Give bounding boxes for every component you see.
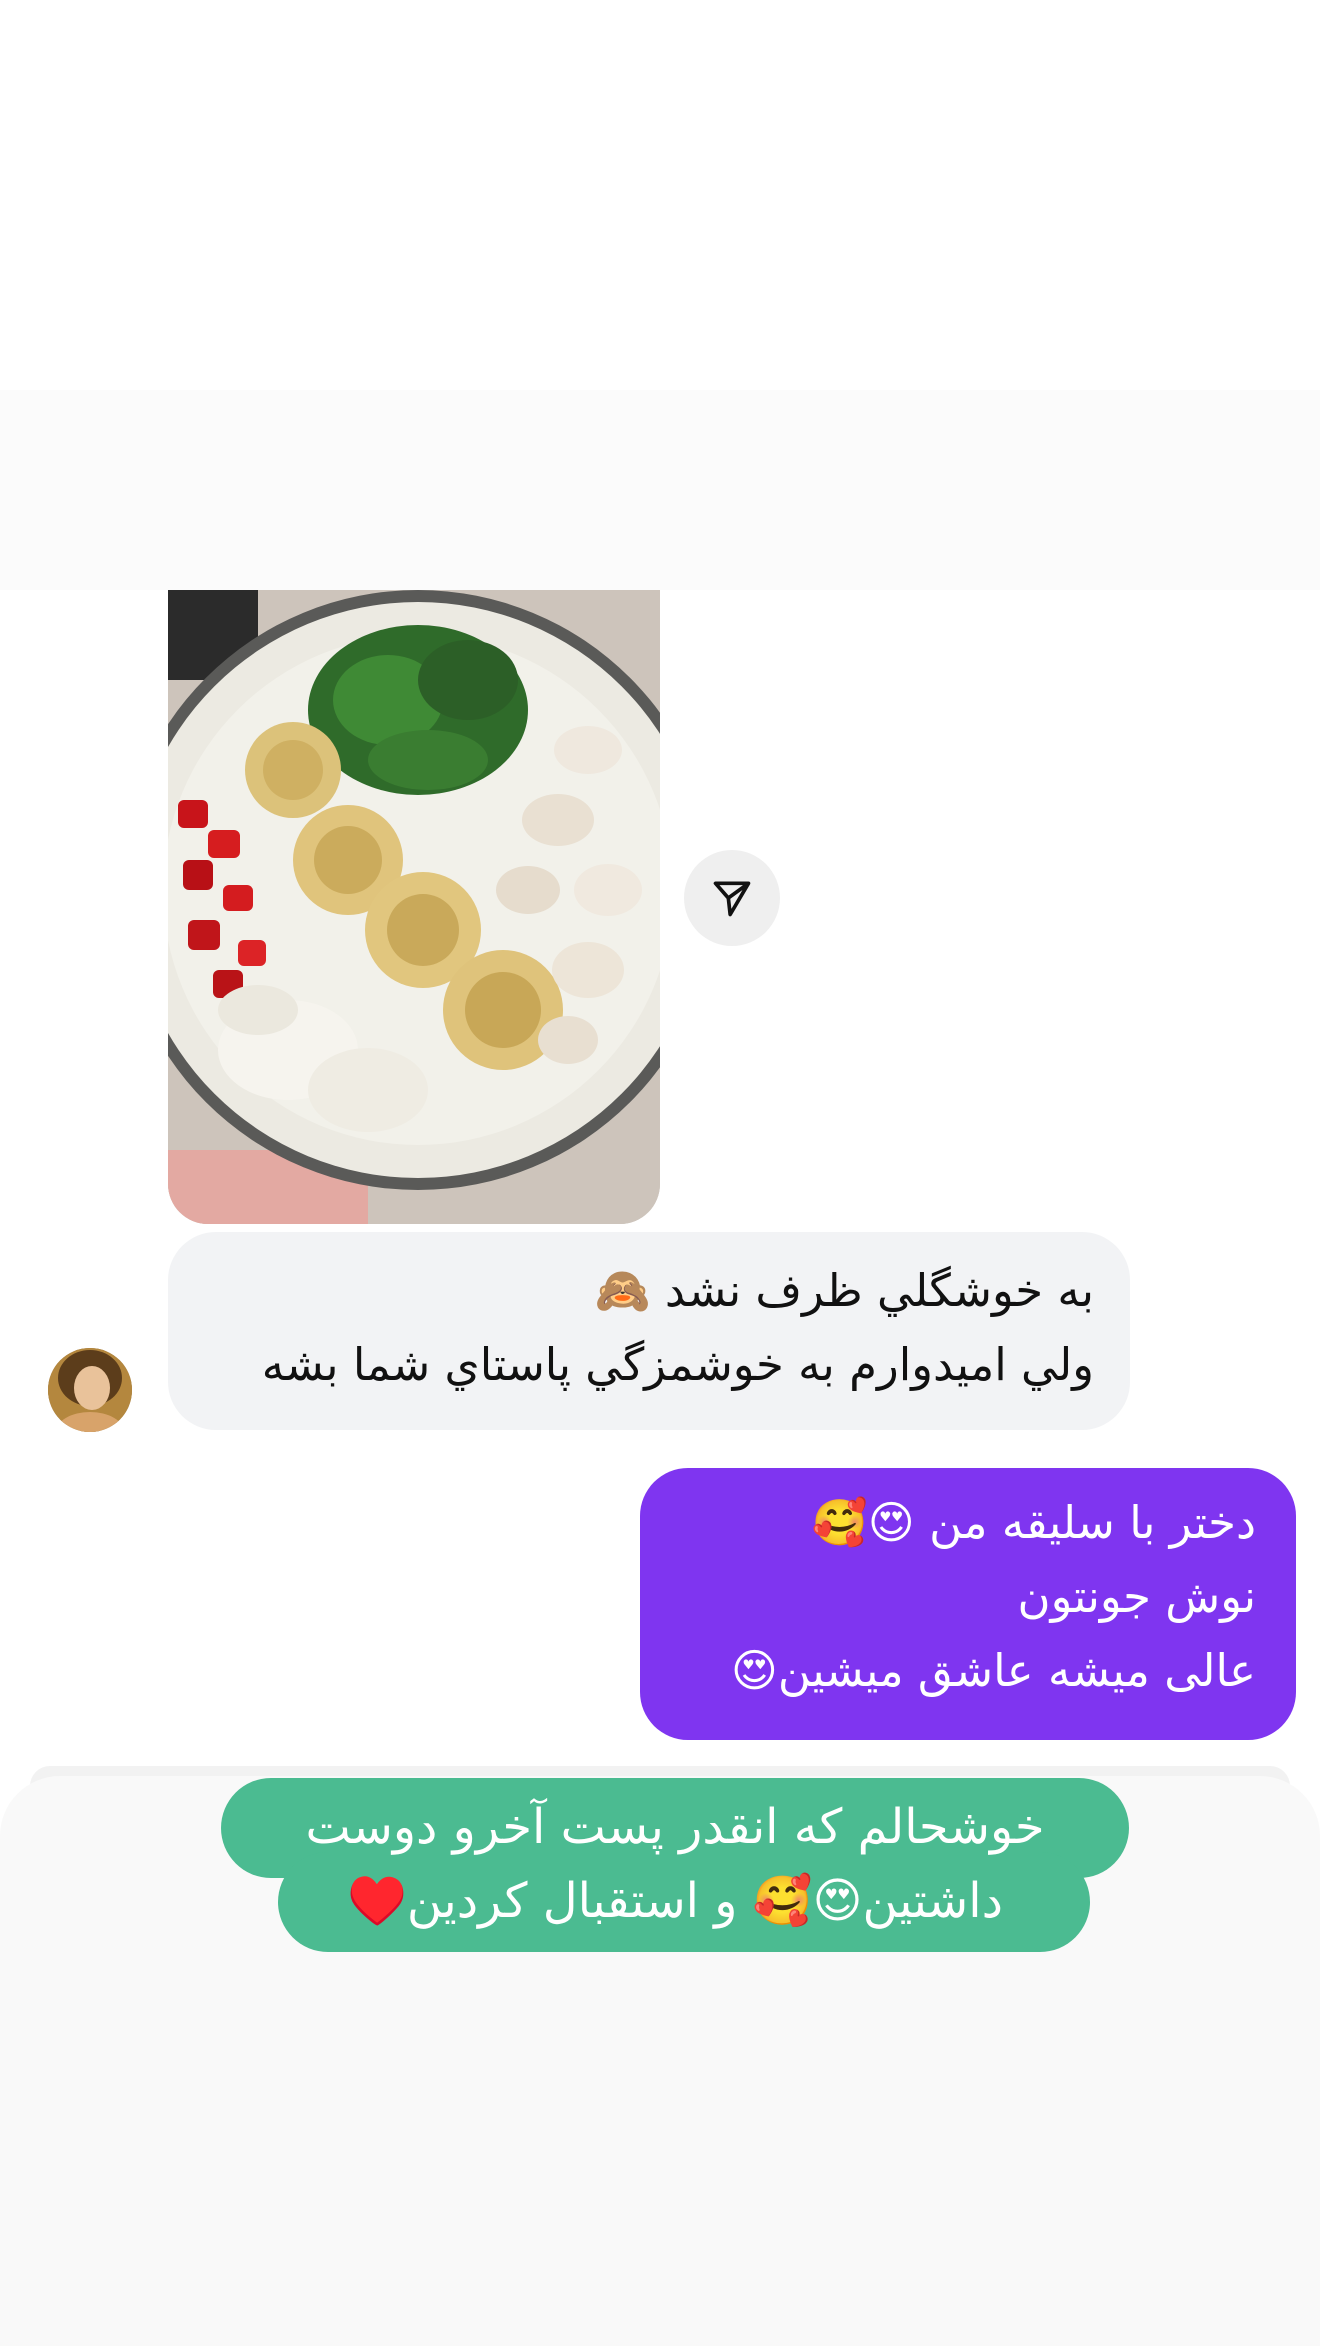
sender-avatar[interactable]: [48, 1348, 132, 1432]
send-icon: [713, 881, 751, 917]
incoming-message-line: به خوشگلي ظرف نشد 🙈: [594, 1264, 1094, 1317]
story-caption: خوشحالم که انقدر پست آخرو دوست داشتین😍🥰 …: [221, 1790, 1129, 1938]
outgoing-message-line: عالی میشه عاشق میشین😍: [730, 1644, 1256, 1697]
caption-line: خوشحالم که انقدر پست آخرو دوست: [305, 1799, 1045, 1855]
header-area: [0, 390, 1320, 592]
pasta-bowl-image: [168, 590, 660, 1224]
user-avatar: [48, 1348, 132, 1432]
shared-photo[interactable]: [168, 590, 660, 1224]
incoming-message-line: ولي اميدوارم به خوشمزگي پاستاي شما بشه: [261, 1338, 1094, 1391]
incoming-message-bubble[interactable]: به خوشگلي ظرف نشد 🙈 ولي اميدوارم به خوشم…: [168, 1232, 1130, 1430]
share-button[interactable]: [684, 850, 780, 946]
outgoing-message-bubble[interactable]: دختر با سلیقه من 😍🥰 نوش جونتون عالی میشه…: [640, 1468, 1296, 1740]
outgoing-message-line: دختر با سلیقه من 😍🥰: [811, 1496, 1256, 1549]
outgoing-message-line: نوش جونتون: [1017, 1570, 1256, 1623]
caption-line: داشتین😍🥰 و استقبال کردین♥️: [347, 1873, 1003, 1929]
top-blank-area: [0, 0, 1320, 390]
